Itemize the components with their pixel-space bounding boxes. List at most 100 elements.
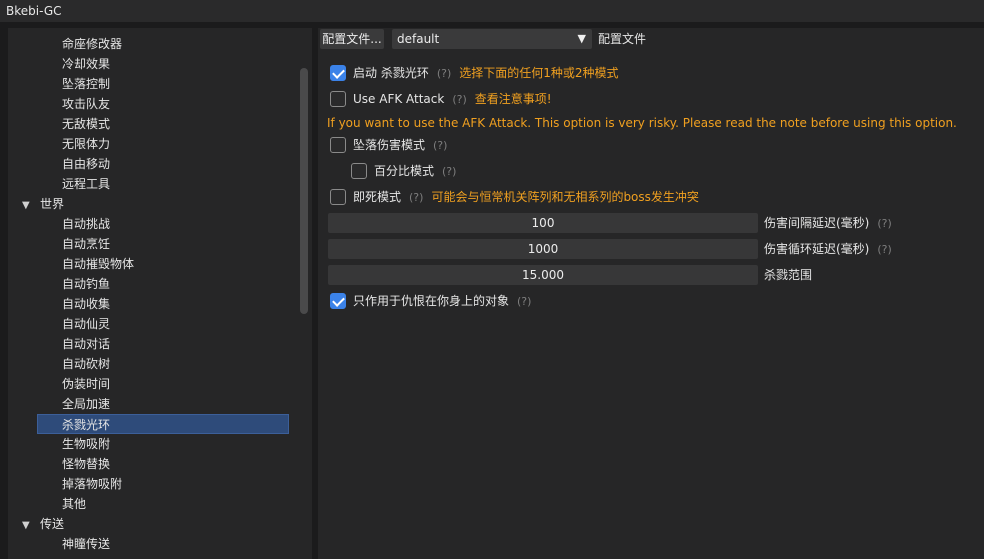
tree-item-label: 全局加速 <box>62 397 111 411</box>
tree-item[interactable]: 远程工具 <box>62 174 110 194</box>
tree-item[interactable]: 无限体力 <box>62 134 110 154</box>
percent-row: 百分比模式 (?) <box>374 161 456 182</box>
profile-label: 配置文件 <box>598 32 647 46</box>
tree-item-label: 怪物替换 <box>62 457 111 471</box>
tree-item[interactable]: 攻击队友 <box>62 94 110 114</box>
only-hostile-label: 只作用于仇恨在你身上的对象 <box>353 294 510 308</box>
tree-item[interactable]: 自由移动 <box>62 154 110 174</box>
tree-item-label: 其他 <box>62 497 87 511</box>
instant-kill-hint: 可能会与恒常机关阵列和无相系列的boss发生冲突 <box>431 190 699 204</box>
tree-item[interactable]: 冷却效果 <box>62 54 110 74</box>
tree-item[interactable]: 自动仙灵 <box>62 314 110 334</box>
tree-item[interactable]: 自动砍树 <box>62 354 110 374</box>
tree-item[interactable]: 自动钓鱼 <box>62 274 110 294</box>
instant-kill-checkbox[interactable] <box>330 189 346 205</box>
tree-item[interactable]: 无敌模式 <box>62 114 110 134</box>
window-title: Bkebi-GC <box>0 0 984 22</box>
afk-label: Use AFK Attack <box>353 92 445 106</box>
damage-delay-input[interactable]: 100 <box>328 213 758 233</box>
tree-item[interactable]: 自动摧毁物体 <box>62 254 134 274</box>
tree-item[interactable]: 神瞳传送 <box>62 534 110 554</box>
instant-kill-help[interactable]: (?) <box>409 191 423 204</box>
tree-item[interactable]: 坠落控制 <box>62 74 110 94</box>
tree-item[interactable]: 自动对话 <box>62 334 110 354</box>
tree-item-label: 掉落物吸附 <box>62 477 123 491</box>
tree-item-label: 自动收集 <box>62 297 111 311</box>
tree-item-label: 坠落控制 <box>62 77 111 91</box>
tree-item-label: 伪装时间 <box>62 377 111 391</box>
kill-range-label: 杀戮范围 <box>764 268 813 282</box>
fall-damage-help[interactable]: (?) <box>433 139 447 152</box>
kill-range-input[interactable]: 15.000 <box>328 265 758 285</box>
tree-item-label: 世界 <box>40 197 65 211</box>
only-hostile-row: 只作用于仇恨在你身上的对象 (?) <box>353 291 531 312</box>
damage-delay-help[interactable]: (?) <box>877 217 891 230</box>
tree-item-label: 命座修改器 <box>62 37 123 51</box>
tree-item[interactable]: 自动烹饪 <box>62 234 110 254</box>
enable-hint: 选择下面的任何1种或2种模式 <box>459 66 619 80</box>
tree-item-label: 无敌模式 <box>62 117 111 131</box>
tree-item-label: 自动摧毁物体 <box>62 257 135 271</box>
tree-item-label: 生物吸附 <box>62 437 111 451</box>
tree-item-label: 自动烹饪 <box>62 237 111 251</box>
fall-damage-row: 坠落伤害模式 (?) <box>353 135 447 156</box>
enable-help[interactable]: (?) <box>437 67 451 80</box>
tree-item-label: 杀戮光环 <box>62 418 111 432</box>
cycle-delay-input[interactable]: 1000 <box>328 239 758 259</box>
tree-item-label: 自动砍树 <box>62 357 111 371</box>
enable-checkbox[interactable] <box>330 65 346 81</box>
chevron-down-icon: ▼ <box>577 32 586 45</box>
tree-item-label: 神瞳传送 <box>62 537 111 551</box>
tree-group[interactable]: ▼ 传送 <box>22 514 64 534</box>
profile-config-button[interactable]: 配置文件... <box>320 29 384 49</box>
afk-help[interactable]: (?) <box>452 93 466 106</box>
percent-mode-label: 百分比模式 <box>374 164 435 178</box>
tree-item[interactable]: 怪物替换 <box>62 454 110 474</box>
profile-select[interactable]: default ▼ <box>392 29 592 49</box>
only-hostile-checkbox[interactable] <box>330 293 346 309</box>
enable-row: 启动 杀戮光环 (?) 选择下面的任何1种或2种模式 <box>353 63 619 84</box>
tree-scrollbar-thumb[interactable] <box>300 68 308 314</box>
expand-arrow-icon[interactable]: ▼ <box>22 516 40 536</box>
instant-kill-row: 即死模式 (?) 可能会与恒常机关阵列和无相系列的boss发生冲突 <box>353 187 699 208</box>
expand-arrow-icon[interactable]: ▼ <box>22 196 40 216</box>
fall-damage-checkbox[interactable] <box>330 137 346 153</box>
tree-item-label: 自动对话 <box>62 337 111 351</box>
tree-item-selected[interactable]: 杀戮光环 <box>37 414 289 434</box>
damage-delay-label: 伤害间隔延迟(毫秒) <box>764 216 870 230</box>
percent-mode-help[interactable]: (?) <box>442 165 456 178</box>
profile-select-value: default <box>397 32 440 46</box>
percent-mode-checkbox[interactable] <box>351 163 367 179</box>
tree-item-label: 自动仙灵 <box>62 317 111 331</box>
tree-item[interactable]: 其他 <box>62 494 86 514</box>
enable-label: 启动 杀戮光环 <box>353 66 429 80</box>
tree-item[interactable]: 生物吸附 <box>62 434 110 454</box>
tree-item-label: 攻击队友 <box>62 97 111 111</box>
instant-kill-label: 即死模式 <box>353 190 402 204</box>
tree-group[interactable]: ▼ 世界 <box>22 194 64 214</box>
tree-item[interactable]: 掉落物吸附 <box>62 474 122 494</box>
only-hostile-help[interactable]: (?) <box>517 295 531 308</box>
tree-item-label: 自动钓鱼 <box>62 277 111 291</box>
afk-hint: 查看注意事项! <box>474 92 552 106</box>
settings-panel: 配置文件... default ▼ 配置文件 启动 杀戮光环 (?) 选择下面的任何… <box>318 28 984 559</box>
tree-item[interactable]: 命座修改器 <box>62 34 122 54</box>
damage-delay-row: 伤害间隔延迟(毫秒) (?) <box>764 213 892 234</box>
cycle-delay-label: 伤害循环延迟(毫秒) <box>764 242 870 256</box>
tree-item-label: 传送 <box>40 517 65 531</box>
afk-row: Use AFK Attack (?) 查看注意事项! <box>353 89 552 110</box>
tree-item-label: 自由移动 <box>62 157 111 171</box>
tree-item-label: 自动挑战 <box>62 217 111 231</box>
tree-item-label: 远程工具 <box>62 177 111 191</box>
tree-item[interactable]: 自动挑战 <box>62 214 110 234</box>
tree-item[interactable]: 自动收集 <box>62 294 110 314</box>
cycle-delay-row: 伤害循环延迟(毫秒) (?) <box>764 239 892 260</box>
tree-item-label: 冷却效果 <box>62 57 111 71</box>
afk-warning: If you want to use the AFK Attack. This … <box>327 116 957 130</box>
tree-item[interactable]: 伪装时间 <box>62 374 110 394</box>
feature-tree: 命座修改器 冷却效果 坠落控制 攻击队友 无敌模式 无限体力 自由移动 远程工具 ▼ 世界 自动挑战… <box>8 28 312 559</box>
tree-item[interactable]: 全局加速 <box>62 394 110 414</box>
fall-damage-label: 坠落伤害模式 <box>353 138 426 152</box>
cycle-delay-help[interactable]: (?) <box>877 243 891 256</box>
afk-checkbox[interactable] <box>330 91 346 107</box>
